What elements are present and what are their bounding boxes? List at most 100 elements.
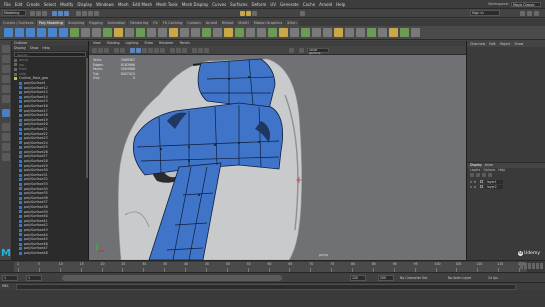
save-scene-icon[interactable] — [42, 11, 47, 16]
time-slider[interactable]: 1 5 10 15 20 25 30 35 40 45 50 55 60 65 70 75 80 85 90 95 10… — [0, 260, 545, 272]
color-space-dropdown[interactable]: sRGB gamma — [307, 48, 329, 55]
viewport-panel[interactable]: View Shading Lighting Show Renderer Panels sR… — [89, 41, 466, 260]
menu-cache[interactable]: Cache — [303, 2, 315, 7]
move-layer-down-icon[interactable] — [476, 173, 480, 177]
platonic-icon[interactable] — [81, 28, 90, 37]
symmetry-icon[interactable] — [300, 11, 305, 16]
menu-help[interactable]: Help — [336, 2, 345, 7]
soccer-icon[interactable] — [136, 28, 145, 37]
select-hierarchy-icon[interactable] — [52, 11, 57, 16]
range-bar[interactable] — [62, 275, 282, 281]
append-icon[interactable] — [279, 28, 288, 37]
end-time-field[interactable]: 200 — [378, 275, 394, 281]
play-back-icon[interactable] — [528, 263, 531, 269]
snap-view-icon[interactable] — [94, 11, 99, 16]
connect-icon[interactable] — [312, 28, 321, 37]
rotate-tool-icon[interactable] — [2, 85, 10, 93]
sign-in-button[interactable]: Sign In — [470, 10, 500, 16]
target-weld-icon[interactable] — [301, 28, 310, 37]
scale-tool-icon[interactable] — [2, 95, 10, 103]
anti-aliasing-icon[interactable] — [182, 48, 187, 53]
menu-create[interactable]: Create — [26, 2, 39, 7]
menu-select[interactable]: Select — [44, 2, 56, 7]
history-icon[interactable] — [378, 28, 387, 37]
ambient-occlusion-icon[interactable] — [170, 48, 175, 53]
layer-color-swatch[interactable] — [480, 185, 483, 188]
open-scene-icon[interactable] — [36, 11, 41, 16]
step-back-icon[interactable] — [524, 263, 527, 269]
exposure-icon[interactable] — [289, 48, 294, 53]
menu-file[interactable]: File — [4, 2, 11, 7]
command-language-toggle[interactable]: MEL — [2, 284, 9, 288]
select-object-icon[interactable] — [58, 11, 63, 16]
shadows-icon[interactable] — [160, 48, 165, 53]
menu-arnold[interactable]: Arnold — [319, 2, 332, 7]
new-scene-icon[interactable] — [30, 11, 35, 16]
anim-layer-dropdown[interactable]: No Anim Layer — [448, 276, 471, 280]
layer-row[interactable]: V Player2 — [470, 184, 545, 189]
new-layer-icon[interactable] — [482, 173, 486, 177]
helix-icon[interactable] — [114, 28, 123, 37]
menu-mesh-display[interactable]: Mesh Display — [182, 2, 209, 7]
select-tool-icon[interactable] — [2, 45, 10, 53]
shelf-tab-motion-graphics[interactable]: Motion Graphics — [251, 19, 285, 26]
center-pivot-icon[interactable] — [356, 28, 365, 37]
scene-render[interactable] — [89, 55, 466, 260]
layer-playback-toggle[interactable]: P — [474, 180, 478, 184]
shelf-tab-sculpting[interactable]: Sculpting — [65, 19, 87, 26]
menu-surfaces[interactable]: Surfaces — [230, 2, 247, 7]
fps-dropdown[interactable]: 24 fps — [488, 276, 498, 280]
pipe-icon[interactable] — [103, 28, 112, 37]
super-ellipse-icon[interactable] — [147, 28, 156, 37]
menu-modify[interactable]: Modify — [60, 2, 73, 7]
layer-color-swatch[interactable] — [480, 180, 483, 183]
render-settings-icon[interactable] — [252, 11, 257, 16]
disc-icon[interactable] — [70, 28, 79, 37]
gamma-icon[interactable] — [299, 48, 304, 53]
menu-uv[interactable]: UV — [270, 2, 276, 7]
offset-loop-icon[interactable] — [345, 28, 354, 37]
outliner-menu-show[interactable]: Show — [30, 46, 39, 51]
mirror-icon[interactable] — [213, 28, 222, 37]
menu-set-dropdown[interactable]: Modeling — [2, 10, 26, 16]
snap-point-icon[interactable] — [88, 11, 93, 16]
image-plane-icon[interactable] — [114, 48, 119, 53]
smooth-shade-icon[interactable] — [136, 48, 141, 53]
render-icon[interactable] — [240, 11, 245, 16]
shelf-tab-arnold[interactable]: Arnold — [203, 19, 220, 26]
shelf-tab-fx-caching[interactable]: FX Caching — [160, 19, 185, 26]
quad-draw-tool-icon[interactable] — [2, 109, 10, 117]
menu-deform[interactable]: Deform — [251, 2, 266, 7]
lasso-tool-icon[interactable] — [2, 55, 10, 63]
channel-box-tab-edit[interactable]: Edit — [489, 41, 495, 47]
shelf-tab-rigging[interactable]: Rigging — [87, 19, 105, 26]
cube-icon[interactable] — [15, 28, 24, 37]
shelf-tab-fx[interactable]: FX — [151, 19, 160, 26]
channel-box-tab-object[interactable]: Object — [500, 41, 511, 47]
boolean-icon[interactable] — [224, 28, 233, 37]
menu-display[interactable]: Display — [77, 2, 92, 7]
shelf-tab-xgen[interactable]: XGen — [285, 19, 299, 26]
menu-windows[interactable]: Windows — [96, 2, 114, 7]
start-time-field[interactable]: 1 — [2, 275, 18, 281]
freeze-icon[interactable] — [367, 28, 376, 37]
go-to-start-icon[interactable] — [520, 263, 523, 269]
snap-curve-icon[interactable] — [82, 11, 87, 16]
extrude-icon[interactable] — [235, 28, 244, 37]
motion-blur-icon[interactable] — [176, 48, 181, 53]
menu-edit-mesh[interactable]: Edit Mesh — [133, 2, 153, 7]
bridge-icon[interactable] — [246, 28, 255, 37]
outliner-search-input[interactable]: Search... — [14, 52, 86, 57]
type-icon[interactable] — [158, 28, 167, 37]
planar-map-icon[interactable] — [400, 28, 409, 37]
step-forward-icon[interactable] — [536, 263, 539, 269]
menu-edit[interactable]: Edit — [15, 2, 23, 7]
shelf-tab-rendering[interactable]: Rendering — [128, 19, 151, 26]
playback-end-field[interactable]: 120 — [350, 275, 366, 281]
character-set-dropdown[interactable]: No Character Set — [400, 276, 427, 280]
textured-icon[interactable] — [148, 48, 153, 53]
move-tool-icon[interactable] — [2, 75, 10, 83]
play-forward-icon[interactable] — [532, 263, 535, 269]
sphere-icon[interactable] — [4, 28, 13, 37]
smooth-icon[interactable] — [202, 28, 211, 37]
